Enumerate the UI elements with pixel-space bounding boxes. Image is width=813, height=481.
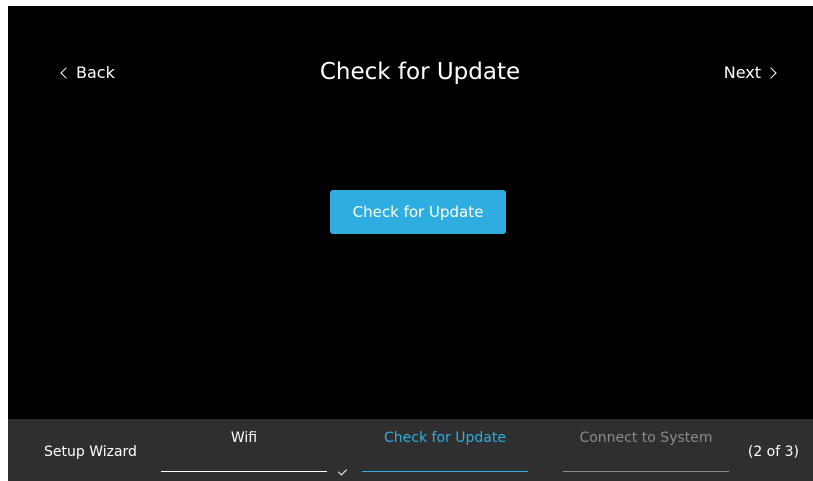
step-progress-line bbox=[563, 470, 729, 472]
next-button[interactable]: Next bbox=[723, 63, 777, 82]
checkmark-icon bbox=[337, 466, 348, 476]
step-progress-line bbox=[161, 470, 327, 472]
check-for-update-button[interactable]: Check for Update bbox=[330, 190, 506, 234]
step-connect-to-system[interactable]: Connect to System bbox=[563, 430, 729, 472]
step-progress-line bbox=[362, 470, 528, 472]
step-label: Wifi bbox=[230, 430, 258, 446]
next-label: Next bbox=[723, 63, 761, 82]
wizard-footer: Setup Wizard Wifi Check for Update Conne… bbox=[8, 419, 813, 481]
step-label: Connect to System bbox=[579, 430, 713, 446]
step-wifi[interactable]: Wifi bbox=[161, 430, 327, 472]
step-counter: (2 of 3) bbox=[747, 444, 799, 460]
chevron-right-icon bbox=[765, 66, 777, 79]
page-title: Check for Update bbox=[319, 59, 521, 85]
step-check-for-update[interactable]: Check for Update bbox=[362, 430, 528, 472]
step-label: Check for Update bbox=[384, 430, 506, 446]
setup-screen: Back Check for Update Next Check for Upd… bbox=[8, 6, 813, 481]
wizard-label: Setup Wizard bbox=[44, 444, 137, 460]
